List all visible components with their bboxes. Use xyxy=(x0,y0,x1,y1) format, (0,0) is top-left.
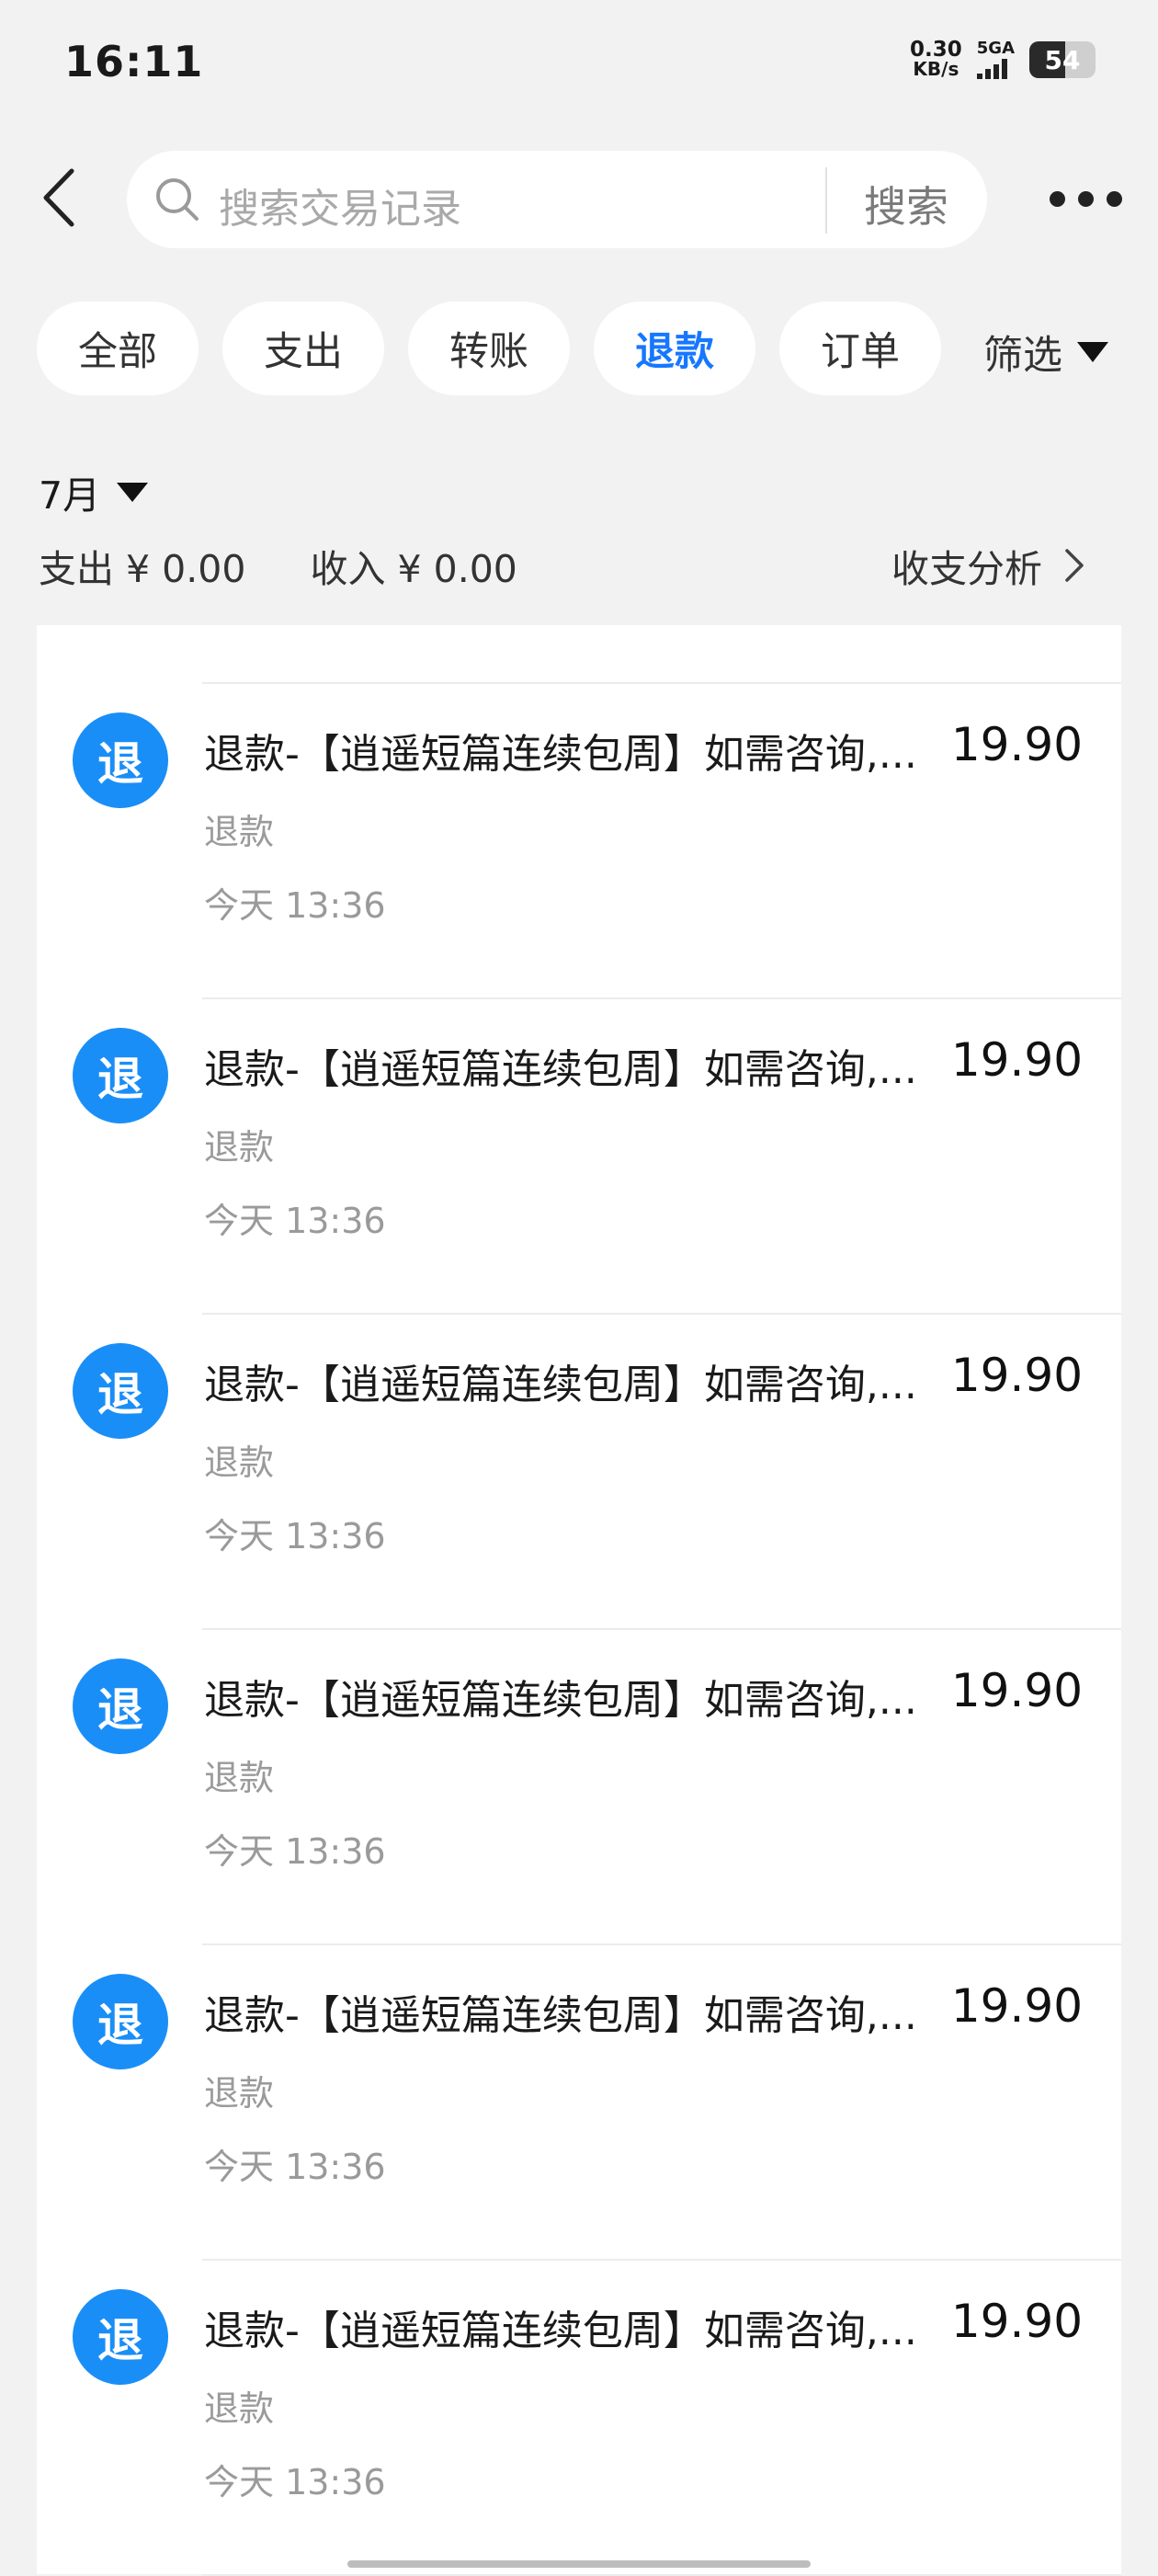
signal-bars-icon xyxy=(976,59,1007,79)
transaction-type: 退款 xyxy=(204,2388,275,2429)
transaction-title: 退款-【逍遥短篇连续包周】如需咨询,... xyxy=(204,2308,917,2354)
transaction-type: 退款 xyxy=(204,812,275,852)
transaction-title: 退款-【逍遥短篇连续包周】如需咨询,... xyxy=(204,1677,917,1724)
refund-icon: 退 xyxy=(73,1343,168,1439)
status-bar: 16:11 0.30 KB/s 5GA 54 xyxy=(0,0,1158,124)
transaction-type: 退款 xyxy=(204,1127,275,1168)
status-time: 16:11 xyxy=(64,37,204,86)
refund-icon: 退 xyxy=(73,712,168,808)
transaction-title: 退款-【逍遥短篇连续包周】如需咨询,... xyxy=(204,1992,917,2039)
transaction-time: 今天 13:36 xyxy=(204,885,386,926)
filter-button[interactable]: 筛选 xyxy=(983,324,1108,381)
search-input[interactable]: 搜索交易记录 xyxy=(219,176,461,234)
network-speed-unit: KB/s xyxy=(913,58,959,80)
expense-total: 支出 ¥ 0.00 xyxy=(39,547,246,591)
caret-down-icon xyxy=(117,482,149,502)
transaction-item[interactable]: 退 退款-【逍遥短篇连续包周】如需咨询,... 19.90 退款 今天 13:3… xyxy=(37,1630,1121,1945)
search-divider xyxy=(825,167,827,234)
chevron-right-icon xyxy=(1065,549,1084,582)
tab-order[interactable]: 订单 xyxy=(779,302,941,395)
filter-label: 筛选 xyxy=(983,333,1062,379)
transaction-item[interactable]: 退 退款-【逍遥短篇连续包周】如需咨询,... 19.90 退款 今天 13:3… xyxy=(37,1315,1121,1630)
income-total: 收入 ¥ 0.00 xyxy=(310,547,517,591)
transaction-type: 退款 xyxy=(204,1442,275,1483)
transaction-title: 退款-【逍遥短篇连续包周】如需咨询,... xyxy=(204,1046,917,1093)
transaction-type: 退款 xyxy=(204,1758,275,1798)
network-speed: 0.30 KB/s xyxy=(910,40,962,79)
transaction-amount: 19.90 xyxy=(950,2295,1083,2348)
transaction-amount: 19.90 xyxy=(950,1033,1083,1087)
refund-icon: 退 xyxy=(73,1028,168,1123)
month-selector[interactable]: 7月 xyxy=(39,464,149,519)
transaction-type: 退款 xyxy=(204,2073,275,2114)
category-tabs: 全部 支出 转账 退款 订单 xyxy=(37,302,941,395)
transaction-list: 退 退款-【逍遥短篇连续包周】如需咨询,... 19.90 退款 今天 13:3… xyxy=(37,625,1121,2576)
transaction-title: 退款-【逍遥短篇连续包周】如需咨询,... xyxy=(204,1362,917,1408)
battery-level: 54 xyxy=(1044,44,1081,75)
monthly-summary: 支出 ¥ 0.00 收入 ¥ 0.00 xyxy=(39,538,517,593)
transaction-item[interactable]: 退 退款-【逍遥短篇连续包周】如需咨询,... 19.90 退款 今天 13:3… xyxy=(37,2261,1121,2576)
transaction-item[interactable]: 退 退款-【逍遥短篇连续包周】如需咨询,... 19.90 退款 今天 13:3… xyxy=(37,1945,1121,2261)
transaction-time: 今天 13:36 xyxy=(204,1831,386,1872)
network-type: 5GA xyxy=(976,39,1015,58)
tab-all[interactable]: 全部 xyxy=(37,302,199,395)
signal-indicator: 5GA xyxy=(976,39,1015,79)
tab-expense[interactable]: 支出 xyxy=(222,302,384,395)
transaction-amount: 19.90 xyxy=(950,1979,1083,2033)
back-arrow-icon[interactable] xyxy=(37,165,92,230)
transaction-item[interactable]: 退 退款-【逍遥短篇连续包周】如需咨询,... 19.90 退款 今天 13:3… xyxy=(37,999,1121,1315)
transaction-time: 今天 13:36 xyxy=(204,2147,386,2187)
refund-icon: 退 xyxy=(73,2289,168,2385)
network-speed-value: 0.30 xyxy=(910,38,962,62)
transaction-time: 今天 13:36 xyxy=(204,1201,386,1241)
search-header: 搜索交易记录 搜索 xyxy=(0,147,1158,248)
status-indicators: 0.30 KB/s 5GA 54 xyxy=(910,40,1096,79)
transaction-item[interactable]: 退 退款-【逍遥短篇连续包周】如需咨询,... 19.90 退款 今天 13:3… xyxy=(37,684,1121,999)
refund-icon: 退 xyxy=(73,1974,168,2069)
month-label: 7月 xyxy=(39,473,101,518)
tab-refund[interactable]: 退款 xyxy=(594,302,755,395)
search-bar[interactable]: 搜索交易记录 搜索 xyxy=(127,151,987,248)
search-button[interactable]: 搜索 xyxy=(864,174,948,234)
transaction-amount: 19.90 xyxy=(950,1349,1083,1402)
analysis-link[interactable]: 收支分析 xyxy=(891,538,1086,593)
refund-icon: 退 xyxy=(73,1658,168,1754)
transaction-title: 退款-【逍遥短篇连续包周】如需咨询,... xyxy=(204,731,917,778)
more-options-icon[interactable] xyxy=(1050,188,1123,210)
home-indicator[interactable] xyxy=(347,2560,811,2568)
analysis-label: 收支分析 xyxy=(891,547,1042,591)
caret-down-icon xyxy=(1077,342,1108,362)
search-icon xyxy=(156,178,199,221)
battery-icon: 54 xyxy=(1029,41,1096,78)
tab-transfer[interactable]: 转账 xyxy=(408,302,570,395)
transaction-time: 今天 13:36 xyxy=(204,2462,386,2502)
transaction-amount: 19.90 xyxy=(950,1664,1083,1717)
transaction-time: 今天 13:36 xyxy=(204,1516,386,1556)
transaction-amount: 19.90 xyxy=(950,718,1083,771)
